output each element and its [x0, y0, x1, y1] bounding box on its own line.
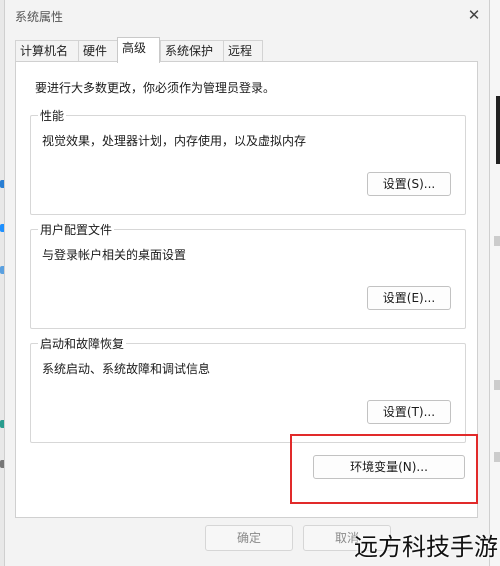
background-marker — [494, 452, 500, 462]
startup-recovery-description: 系统启动、系统故障和调试信息 — [42, 362, 211, 376]
startup-recovery-settings-button[interactable]: 设置(T)... — [367, 400, 451, 424]
startup-recovery-title: 启动和故障恢复 — [38, 335, 127, 352]
advanced-tab-panel: 要进行大多数更改，你必须作为管理员登录。 性能 视觉效果，处理器计划，内存使用，… — [15, 61, 478, 518]
tab-computer-name[interactable]: 计算机名 — [15, 40, 79, 62]
performance-description: 视觉效果，处理器计划，内存使用，以及虚拟内存 — [42, 134, 307, 148]
background-marker — [494, 380, 500, 390]
performance-title: 性能 — [38, 107, 67, 124]
tab-hardware[interactable]: 硬件 — [78, 40, 118, 62]
system-properties-dialog: 系统属性 ✕ 计算机名 硬件 高级 系统保护 远程 要进行大多数更改，你必须作为… — [4, 0, 490, 566]
user-profiles-title: 用户配置文件 — [38, 221, 115, 238]
watermark-text: 远方科技手游 — [354, 533, 498, 561]
startup-recovery-group: 启动和故障恢复 系统启动、系统故障和调试信息 设置(T)... — [30, 335, 466, 443]
admin-notice: 要进行大多数更改，你必须作为管理员登录。 — [35, 81, 276, 95]
user-profiles-group: 用户配置文件 与登录帐户相关的桌面设置 设置(E)... — [30, 221, 466, 329]
background-dark-bar — [496, 96, 500, 164]
performance-group: 性能 视觉效果，处理器计划，内存使用，以及虚拟内存 设置(S)... — [30, 107, 466, 215]
window-title: 系统属性 — [15, 10, 64, 24]
ok-button[interactable]: 确定 — [205, 525, 293, 551]
tab-advanced[interactable]: 高级 — [117, 37, 160, 63]
tab-system-protection[interactable]: 系统保护 — [160, 40, 224, 62]
background-marker — [494, 236, 500, 246]
background-app-right — [490, 0, 500, 566]
user-profiles-description: 与登录帐户相关的桌面设置 — [42, 248, 187, 262]
title-bar: 系统属性 ✕ — [5, 0, 489, 30]
user-profiles-settings-button[interactable]: 设置(E)... — [367, 286, 451, 310]
tab-remote[interactable]: 远程 — [223, 40, 263, 62]
close-icon[interactable]: ✕ — [465, 6, 483, 24]
performance-settings-button[interactable]: 设置(S)... — [367, 172, 451, 196]
highlight-box — [290, 434, 478, 504]
